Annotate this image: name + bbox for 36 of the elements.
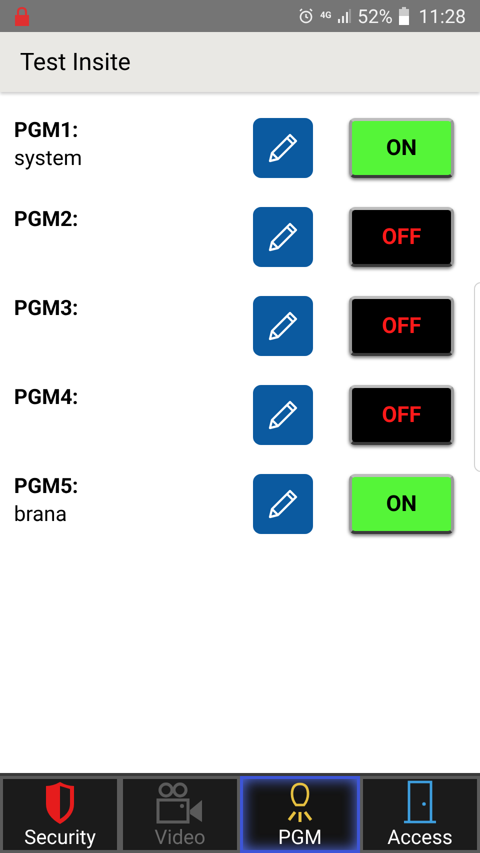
toggle-switch[interactable]: ON xyxy=(349,118,454,178)
toggle-switch[interactable]: OFF xyxy=(349,296,454,356)
tab[interactable]: Access xyxy=(360,776,480,853)
output-name: PGM5: xyxy=(14,474,80,500)
pencil-icon xyxy=(266,398,300,432)
tab[interactable]: PGM xyxy=(240,776,360,853)
edit-button[interactable] xyxy=(253,385,313,445)
shield-icon xyxy=(45,782,75,824)
alarm-clock-icon xyxy=(298,8,314,24)
output-name: PGM4: xyxy=(14,385,80,411)
network-type: 4G xyxy=(320,12,332,20)
toggle-switch[interactable]: ON xyxy=(349,474,454,534)
pencil-icon xyxy=(266,487,300,521)
signal-icon xyxy=(337,9,352,23)
pencil-icon xyxy=(266,220,300,254)
output-name: PGM1: xyxy=(14,118,80,144)
door-icon xyxy=(403,780,437,824)
edit-button[interactable] xyxy=(253,207,313,267)
output-name: PGM3: xyxy=(14,296,80,322)
clock: 11:28 xyxy=(418,6,466,26)
pencil-icon xyxy=(266,309,300,343)
edit-button[interactable] xyxy=(253,296,313,356)
app-title: Test Insite xyxy=(20,47,131,78)
lock-icon xyxy=(14,6,30,26)
output-description: brana xyxy=(14,502,68,529)
toggle-switch[interactable]: OFF xyxy=(349,207,454,267)
tab[interactable]: Security xyxy=(0,776,120,853)
edit-button[interactable] xyxy=(253,118,313,178)
battery-percent: 52% xyxy=(357,6,393,26)
output-description: system xyxy=(14,146,84,173)
video-camera-icon xyxy=(156,782,204,824)
edit-button[interactable] xyxy=(253,474,313,534)
battery-icon xyxy=(398,7,409,25)
output-name: PGM2: xyxy=(14,207,80,233)
toggle-switch[interactable]: OFF xyxy=(349,385,454,445)
pencil-icon xyxy=(266,131,300,165)
